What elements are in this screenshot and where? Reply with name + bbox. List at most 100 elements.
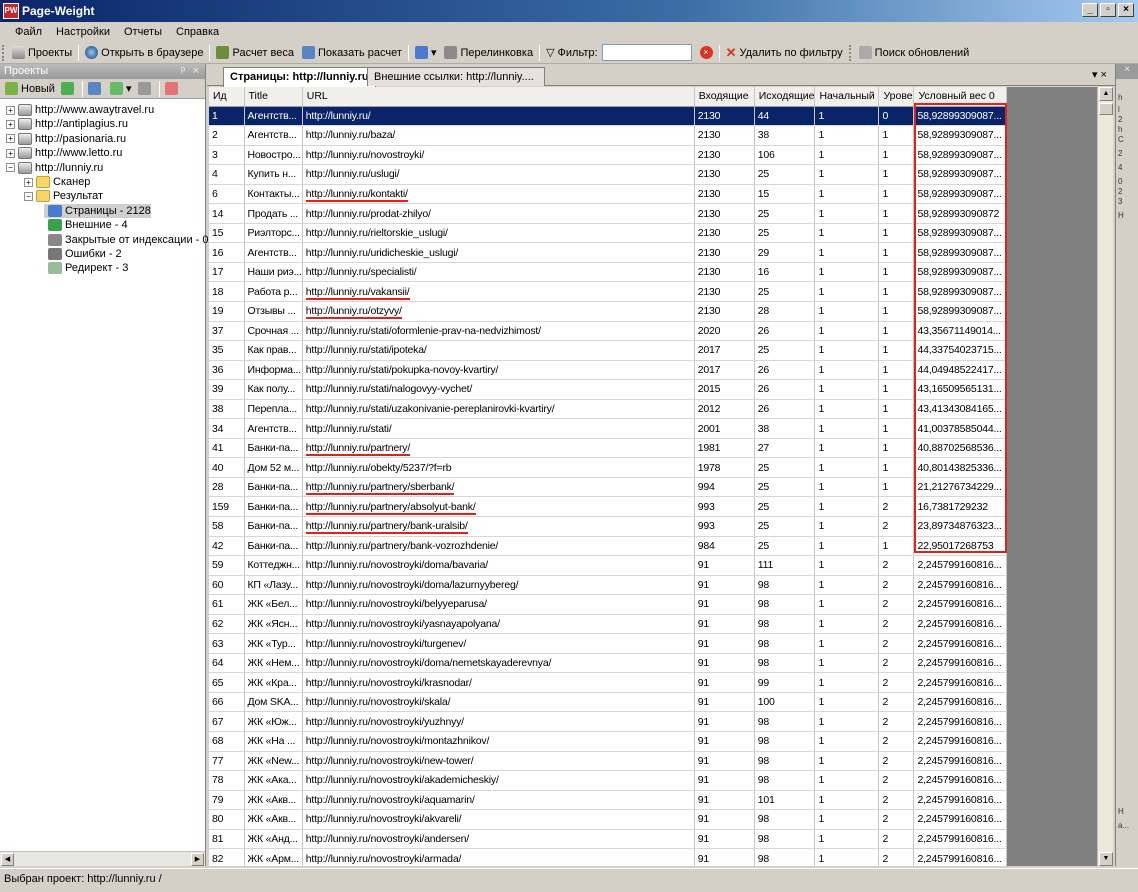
table-row[interactable]: 78 ЖК «Ака... http://lunniy.ru/novostroyki…	[209, 770, 1008, 791]
tree-node[interactable]: Редирект - 3	[44, 261, 128, 275]
tree-node[interactable]: − Результат	[24, 189, 103, 203]
table-row[interactable]: 18 Работа р... http://lunniy.ru/vakansii/2…	[209, 281, 1008, 302]
show-calc-button[interactable]: Показать расчет	[298, 43, 406, 63]
minimize-button[interactable]: _	[1082, 3, 1098, 17]
column-header[interactable]: Начальный	[814, 87, 880, 107]
check-updates-button[interactable]: Поиск обновлений	[855, 43, 974, 63]
table-row[interactable]: 77 ЖК «New... http://lunniy.ru/novostroyki…	[209, 751, 1008, 772]
table-row[interactable]: 38 Перепла... http://lunniy.ru/stati/uzako…	[209, 399, 1008, 420]
table-row[interactable]: 59 Коттеджн... http://lunniy.ru/novostroyk…	[209, 555, 1008, 576]
grid-vertical-scrollbar[interactable]: ▲ ▼	[1097, 87, 1113, 866]
table-row[interactable]: 34 Агентств... http://lunniy.ru/stati/2001…	[209, 418, 1008, 439]
projects-button[interactable]: Проекты	[8, 43, 76, 63]
tree-expander-icon[interactable]: +	[24, 177, 33, 187]
table-row[interactable]: 63 ЖК «Тур... http://lunniy.ru/novostroyki…	[209, 633, 1008, 654]
tree-node[interactable]: + Сканер	[24, 175, 90, 189]
pane-close-icon[interactable]: ×	[193, 64, 199, 79]
table-row[interactable]: 39 Как полу... http://lunniy.ru/stati/nalo…	[209, 379, 1008, 400]
table-row[interactable]: 66 Дом SKA... http://lunniy.ru/novostroyki…	[209, 692, 1008, 713]
column-header[interactable]: Входящие	[694, 87, 755, 107]
table-row[interactable]: 19 Отзывы ... http://lunniy.ru/otzyvy/2130…	[209, 301, 1008, 322]
clear-filter-button[interactable]: ×	[696, 43, 717, 63]
scroll-right-arrow-icon[interactable]: ▶	[191, 853, 204, 866]
table-row[interactable]: 41 Банки-па... http://lunniy.ru/partnery/1…	[209, 438, 1008, 459]
tree-node[interactable]: Внешние - 4	[44, 218, 128, 232]
table-row[interactable]: 17 Наши риэ... http://lunniy.ru/specialist…	[209, 262, 1008, 283]
menu-settings[interactable]: Настройки	[49, 26, 117, 38]
tab-external-links[interactable]: Внешние ссылки: http://lunniy....	[367, 67, 545, 86]
table-row[interactable]: 16 Агентств... http://lunniy.ru/uridichesk…	[209, 242, 1008, 263]
table-row[interactable]: 6 Контакты... http://lunniy.ru/kontakti/21…	[209, 184, 1008, 205]
table-row[interactable]: 28 Банки-па... http://lunniy.ru/partnery/s…	[209, 477, 1008, 498]
project-settings-button[interactable]	[85, 79, 107, 99]
menu-reports[interactable]: Отчеты	[117, 26, 169, 38]
table-row[interactable]: 1 Агентств... http://lunniy.ru/2130 44 1 0 58,…	[209, 106, 1008, 127]
calc-weight-button[interactable]: Расчет веса	[212, 43, 298, 63]
close-button[interactable]: ×	[1118, 3, 1134, 17]
table-row[interactable]: 81 ЖК «Анд... http://lunniy.ru/novostroyki…	[209, 829, 1008, 850]
table-row[interactable]: 37 Срочная ... http://lunniy.ru/stati/ofor…	[209, 321, 1008, 342]
tree-expander-icon[interactable]: −	[24, 191, 33, 201]
table-row[interactable]: 82 ЖК «Арм... http://lunniy.ru/novostroyki…	[209, 848, 1008, 866]
table-row[interactable]: 62 ЖК «Ясн... http://lunniy.ru/novostroyki…	[209, 614, 1008, 635]
table-row[interactable]: 40 Дом 52 м... http://lunniy.ru/obekty/523…	[209, 457, 1008, 478]
table-row[interactable]: 79 ЖК «Акв... http://lunniy.ru/novostroyki…	[209, 790, 1008, 811]
table-row[interactable]: 15 Риэлторс... http://lunniy.ru/rieltorski…	[209, 223, 1008, 244]
tab-pages[interactable]: Страницы: http://lunniy.ru	[223, 67, 376, 87]
tree-node[interactable]: Ошибки - 2	[44, 247, 122, 261]
table-row[interactable]: 80 ЖК «Акв... http://lunniy.ru/novostroyki…	[209, 809, 1008, 830]
scroll-thumb[interactable]	[1099, 103, 1113, 115]
table-row[interactable]: 61 ЖК «Бел... http://lunniy.ru/novostroyki…	[209, 594, 1008, 615]
table-row[interactable]: 58 Банки-па... http://lunniy.ru/partnery/b…	[209, 516, 1008, 537]
new-project-button[interactable]: Новый	[2, 79, 58, 99]
refresh-project-button[interactable]	[58, 79, 80, 99]
tree-node[interactable]: + http://antiplagius.ru	[6, 117, 128, 131]
export-dropdown[interactable]: ▾	[411, 43, 441, 63]
tree-node[interactable]: − http://lunniy.ru	[6, 161, 103, 175]
column-header[interactable]: Условный вес 0	[913, 87, 1008, 107]
tree-expander-icon[interactable]: +	[6, 105, 15, 115]
tree-node[interactable]: + http://www.letto.ru	[6, 146, 122, 160]
delete-by-filter-button[interactable]: ✕ Удалить по фильтру	[722, 43, 847, 63]
tree-expander-icon[interactable]: +	[6, 134, 15, 144]
table-row[interactable]: 2 Агентств... http://lunniy.ru/baza/2130 38…	[209, 125, 1008, 146]
tree-expander-icon[interactable]: +	[6, 119, 15, 129]
relink-button[interactable]: Перелинковка	[440, 43, 537, 63]
tree-node[interactable]: + http://pasionaria.ru	[6, 132, 126, 146]
table-row[interactable]: 3 Новостро... http://lunniy.ru/novostroyki…	[209, 145, 1008, 166]
tree-expander-icon[interactable]: +	[6, 148, 15, 158]
column-header[interactable]: Ид	[209, 87, 245, 107]
toolbar-grip[interactable]	[2, 44, 6, 61]
column-header[interactable]: Урове	[878, 87, 915, 107]
table-row[interactable]: 67 ЖК «Юж... http://lunniy.ru/novostroyki/…	[209, 711, 1008, 732]
table-row[interactable]: 36 Информа... http://lunniy.ru/stati/pokup…	[209, 360, 1008, 381]
scroll-up-arrow-icon[interactable]: ▲	[1099, 87, 1113, 101]
add-dropdown[interactable]: ▾	[107, 79, 135, 99]
toolbar-grip[interactable]	[848, 44, 853, 61]
table-row[interactable]: 4 Купить н... http://lunniy.ru/uslugi/2130…	[209, 164, 1008, 185]
column-header[interactable]: Исходящие	[754, 87, 816, 107]
table-row[interactable]: 60 КП «Лазу... http://lunniy.ru/novostroyk…	[209, 575, 1008, 596]
menu-file[interactable]: Файл	[8, 26, 49, 38]
scroll-down-arrow-icon[interactable]: ▼	[1099, 852, 1113, 866]
tree-expander-icon[interactable]: −	[6, 163, 15, 173]
side-pane-close-icon[interactable]: ×	[1116, 64, 1138, 79]
restore-button[interactable]: ▫	[1100, 3, 1116, 17]
table-row[interactable]: 159 Банки-па... http://lunniy.ru/partnery/…	[209, 496, 1008, 517]
tree-horizontal-scrollbar[interactable]: ◀ ▶	[0, 851, 205, 866]
edit-project-button[interactable]	[135, 79, 157, 99]
table-row[interactable]: 35 Как прав... http://lunniy.ru/stati/ipot…	[209, 340, 1008, 361]
table-row[interactable]: 64 ЖК «Нем... http://lunniy.ru/novostroyki…	[209, 653, 1008, 674]
table-row[interactable]: 42 Банки-па... http://lunniy.ru/partnery/b…	[209, 536, 1008, 557]
tree-node[interactable]: + http://www.awaytravel.ru	[6, 103, 154, 117]
column-header[interactable]: URL	[302, 87, 695, 107]
pin-icon[interactable]: ᵖ	[181, 64, 185, 79]
open-browser-button[interactable]: Открыть в браузере	[81, 43, 207, 63]
table-row[interactable]: 65 ЖК «Кра... http://lunniy.ru/novostroyki…	[209, 672, 1008, 693]
tab-controls[interactable]: ▾ ×	[1092, 68, 1107, 81]
table-row[interactable]: 68 ЖК «На ... http://lunniy.ru/novostroyki…	[209, 731, 1008, 752]
tree-node[interactable]: Страницы - 2128	[44, 203, 151, 218]
table-row[interactable]: 14 Продать ... http://lunniy.ru/prodat-zhi…	[209, 203, 1008, 224]
column-header[interactable]: Title	[244, 87, 303, 107]
scroll-left-arrow-icon[interactable]: ◀	[1, 853, 14, 866]
